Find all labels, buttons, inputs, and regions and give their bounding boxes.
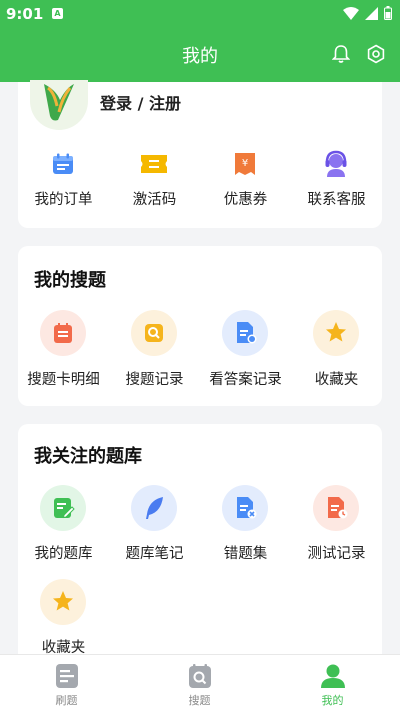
wrong-set-icon <box>222 485 268 531</box>
bank-notes-item[interactable]: 题库笔记 <box>109 485 200 565</box>
my-bank-icon <box>40 485 86 531</box>
coupon-icon: ¥ <box>235 153 255 175</box>
quick-action-activation-code[interactable]: 激活码 <box>109 146 200 226</box>
ticket-icon <box>141 155 167 173</box>
signal-icon <box>365 6 378 20</box>
item-label: 搜题卡明细 <box>27 372 100 388</box>
test-record-icon <box>313 485 359 531</box>
item-label: 看答案记录 <box>209 372 282 388</box>
my-bank-item[interactable]: 我的题库 <box>18 485 109 565</box>
star-icon <box>313 310 359 356</box>
section-title: 我的搜题 <box>34 270 106 291</box>
quick-action-label: 优惠券 <box>223 192 268 208</box>
practice-icon <box>56 664 78 688</box>
tab-search[interactable]: 搜题 <box>133 655 266 712</box>
battery-icon <box>384 6 392 20</box>
status-time: 9:01 <box>6 5 44 23</box>
tab-mine[interactable]: 我的 <box>266 655 399 712</box>
wifi-icon <box>343 6 359 20</box>
wrong-set-item[interactable]: 错题集 <box>200 485 291 565</box>
quick-action-label: 联系客服 <box>307 192 366 208</box>
user-icon <box>321 664 345 688</box>
status-bar: 9:01 A <box>0 0 400 28</box>
notification-a-icon: A <box>52 8 63 19</box>
tab-practice[interactable]: 刷题 <box>0 655 133 712</box>
quick-action-customer-service[interactable]: 联系客服 <box>291 146 382 226</box>
gear-icon[interactable] <box>366 44 386 64</box>
bank-items-row-1: 我的题库 题库笔记 错题集 测试记录 <box>18 485 382 565</box>
bell-icon[interactable] <box>332 44 350 64</box>
headset-icon <box>325 150 347 177</box>
item-label: 题库笔记 <box>125 546 184 562</box>
quick-action-label: 我的订单 <box>34 192 93 208</box>
search-record-item[interactable]: 搜题记录 <box>109 310 200 390</box>
tab-label: 我的 <box>321 694 344 707</box>
answer-record-item[interactable]: 看答案记录 <box>200 310 291 390</box>
quick-action-orders[interactable]: 我的订单 <box>18 146 109 226</box>
item-label: 测试记录 <box>307 546 366 562</box>
tab-label: 搜题 <box>188 694 211 707</box>
quick-actions: 我的订单 激活码 ¥ 优惠券 联系客服 <box>18 146 382 226</box>
login-register-link[interactable]: 登录 / 注册 <box>100 90 181 114</box>
item-label: 收藏夹 <box>314 372 359 388</box>
my-search-card: 我的搜题 搜题卡明细 搜题记录 看答案记录 收藏夹 <box>18 246 382 406</box>
account-card: 登录 / 注册 我的订单 激活码 ¥ 优惠券 联系客服 <box>18 80 382 228</box>
question-bank-card: 我关注的题库 我的题库 题库笔记 错题集 测试记录 收藏夹 <box>18 424 382 664</box>
search-card-detail-item[interactable]: 搜题卡明细 <box>18 310 109 390</box>
search-tab-icon <box>189 664 211 688</box>
calendar-icon <box>53 153 73 174</box>
quick-action-coupons[interactable]: ¥ 优惠券 <box>200 146 291 226</box>
section-title: 我关注的题库 <box>34 446 142 467</box>
tab-label: 刷题 <box>55 694 78 707</box>
star-icon <box>40 579 86 625</box>
app-logo[interactable] <box>30 80 88 130</box>
leaf-logo-icon <box>44 84 74 121</box>
item-label: 搜题记录 <box>125 372 184 388</box>
quick-action-label: 激活码 <box>132 192 177 208</box>
bank-items-row-2: 收藏夹 <box>18 579 382 659</box>
search-favorites-item[interactable]: 收藏夹 <box>291 310 382 390</box>
item-label: 错题集 <box>223 546 268 562</box>
item-label: 我的题库 <box>34 546 93 562</box>
search-record-icon <box>131 310 177 356</box>
search-items: 搜题卡明细 搜题记录 看答案记录 收藏夹 <box>18 310 382 390</box>
answer-record-icon <box>222 310 268 356</box>
feather-icon <box>131 485 177 531</box>
bottom-nav: 刷题 搜题 我的 <box>0 654 400 712</box>
system-icons <box>343 6 392 20</box>
svg-text:¥: ¥ <box>242 158 248 169</box>
bank-favorites-item[interactable]: 收藏夹 <box>18 579 109 659</box>
card-detail-icon <box>40 310 86 356</box>
test-record-item[interactable]: 测试记录 <box>291 485 382 565</box>
